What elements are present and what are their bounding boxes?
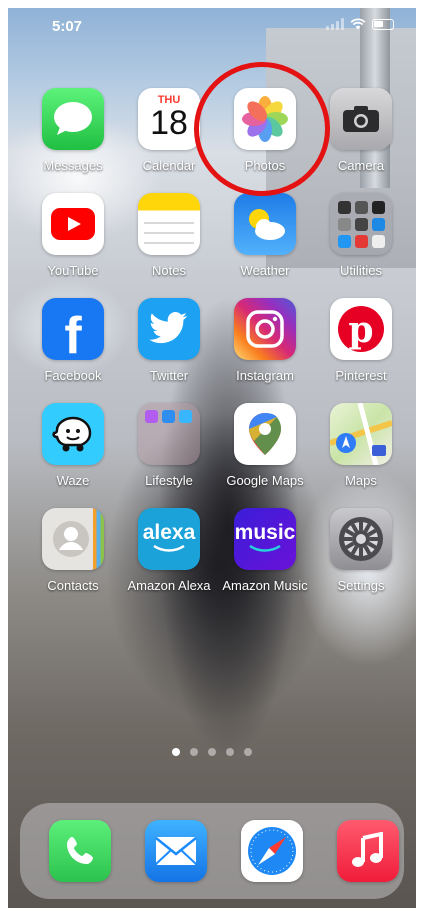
page-indicator[interactable] [8, 748, 416, 756]
battery-icon [372, 18, 394, 30]
app-label: Notes [152, 263, 186, 278]
folder-icon [330, 193, 392, 255]
alexa-icon: alexa [138, 508, 200, 570]
app-label: Amazon Alexa [127, 578, 211, 593]
facebook-icon: f [42, 298, 104, 360]
notes-icon [138, 193, 200, 255]
waze-icon [42, 403, 104, 465]
music-icon[interactable] [337, 820, 399, 882]
app-label: Settings [337, 578, 385, 593]
app-folder-utilities[interactable]: Utilities [313, 193, 409, 278]
app-notes[interactable]: Notes [121, 193, 217, 278]
status-bar: 5:07 [8, 8, 416, 48]
app-label: Amazon Music [222, 578, 308, 593]
weather-icon [234, 193, 296, 255]
folder-icon [138, 403, 200, 465]
calendar-date: 18 [150, 104, 188, 142]
app-waze[interactable]: Waze [25, 403, 121, 488]
app-label: Weather [240, 263, 290, 278]
app-contacts[interactable]: Contacts [25, 508, 121, 593]
app-label: Instagram [236, 368, 294, 383]
app-label: Facebook [44, 368, 102, 383]
app-label: Pinterest [335, 368, 387, 383]
pinterest-icon: p [330, 298, 392, 360]
app-instagram[interactable]: Instagram [217, 298, 313, 383]
app-pinterest[interactable]: p Pinterest [313, 298, 409, 383]
page-dot[interactable] [172, 748, 180, 756]
app-youtube[interactable]: YouTube [25, 193, 121, 278]
photos-highlight-circle [194, 62, 330, 196]
camera-icon [330, 88, 392, 150]
app-label: Lifestyle [145, 473, 193, 488]
app-label: Camera [337, 158, 385, 173]
app-amazon-alexa[interactable]: alexa Amazon Alexa [121, 508, 217, 593]
contacts-icon [42, 508, 104, 570]
safari-icon[interactable] [241, 820, 303, 882]
app-label: Google Maps [226, 473, 304, 488]
google-maps-icon [234, 403, 296, 465]
app-google-maps[interactable]: Google Maps [217, 403, 313, 488]
app-label: Twitter [149, 368, 189, 383]
app-amazon-music[interactable]: music Amazon Music [217, 508, 313, 593]
app-messages[interactable]: Messages [25, 88, 121, 173]
amazon-music-wordmark: music [234, 521, 296, 544]
settings-gear-icon [330, 508, 392, 570]
app-folder-lifestyle[interactable]: Lifestyle [121, 403, 217, 488]
messages-icon [42, 88, 104, 150]
home-screen: 5:07 Messages THU 18 Calendar Photos Cam… [8, 8, 416, 908]
status-icons [326, 18, 394, 30]
page-dot[interactable] [208, 748, 216, 756]
app-settings[interactable]: Settings [313, 508, 409, 593]
wifi-icon [350, 18, 366, 30]
page-dot[interactable] [226, 748, 234, 756]
status-time: 5:07 [52, 18, 83, 35]
mail-icon[interactable] [145, 820, 207, 882]
app-label: Waze [56, 473, 90, 488]
amazon-music-icon: music [234, 508, 296, 570]
calendar-icon: THU 18 [138, 88, 200, 150]
alexa-wordmark: alexa [142, 521, 196, 544]
page-dot[interactable] [190, 748, 198, 756]
maps-icon [330, 403, 392, 465]
app-maps[interactable]: Maps [313, 403, 409, 488]
dock [20, 803, 404, 899]
app-label: Contacts [47, 578, 99, 593]
app-label: YouTube [47, 263, 99, 278]
app-label: Maps [345, 473, 377, 488]
youtube-icon [42, 193, 104, 255]
instagram-icon [234, 298, 296, 360]
phone-icon[interactable] [49, 820, 111, 882]
app-twitter[interactable]: Twitter [121, 298, 217, 383]
svg-text:p: p [348, 309, 373, 351]
twitter-icon [138, 298, 200, 360]
page-dot[interactable] [244, 748, 252, 756]
app-label: Utilities [340, 263, 382, 278]
app-facebook[interactable]: f Facebook [25, 298, 121, 383]
app-label: Messages [43, 158, 103, 173]
app-weather[interactable]: Weather [217, 193, 313, 278]
cellular-signal-icon [326, 18, 344, 30]
